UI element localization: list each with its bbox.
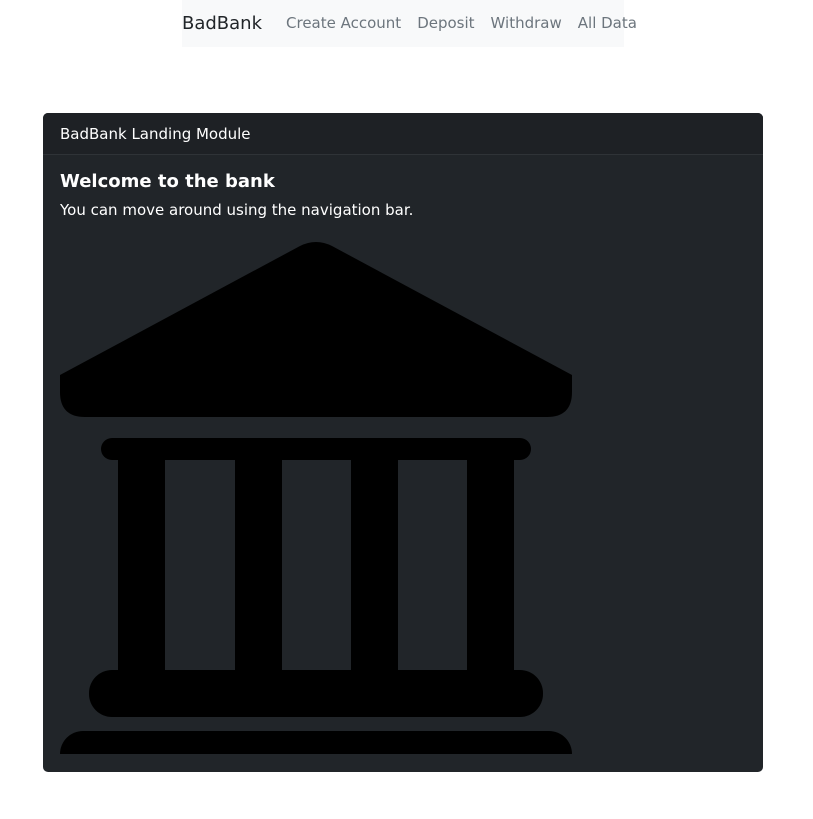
navbar: BadBank Create Account Deposit Withdraw … — [182, 0, 637, 47]
brand-link[interactable]: BadBank — [182, 14, 262, 33]
nav-link-create-account[interactable]: Create Account — [286, 16, 401, 31]
landing-card: BadBank Landing Module Welcome to the ba… — [43, 113, 763, 772]
bank-building-icon — [60, 242, 572, 754]
nav-link-withdraw[interactable]: Withdraw — [491, 16, 562, 31]
card-text: You can move around using the navigation… — [60, 201, 414, 219]
card-title: Welcome to the bank — [60, 171, 275, 192]
nav-link-all-data[interactable]: All Data — [578, 16, 637, 31]
nav-link-deposit[interactable]: Deposit — [417, 16, 474, 31]
card-body: Welcome to the bank You can move around … — [43, 155, 763, 754]
card-header: BadBank Landing Module — [43, 113, 763, 155]
